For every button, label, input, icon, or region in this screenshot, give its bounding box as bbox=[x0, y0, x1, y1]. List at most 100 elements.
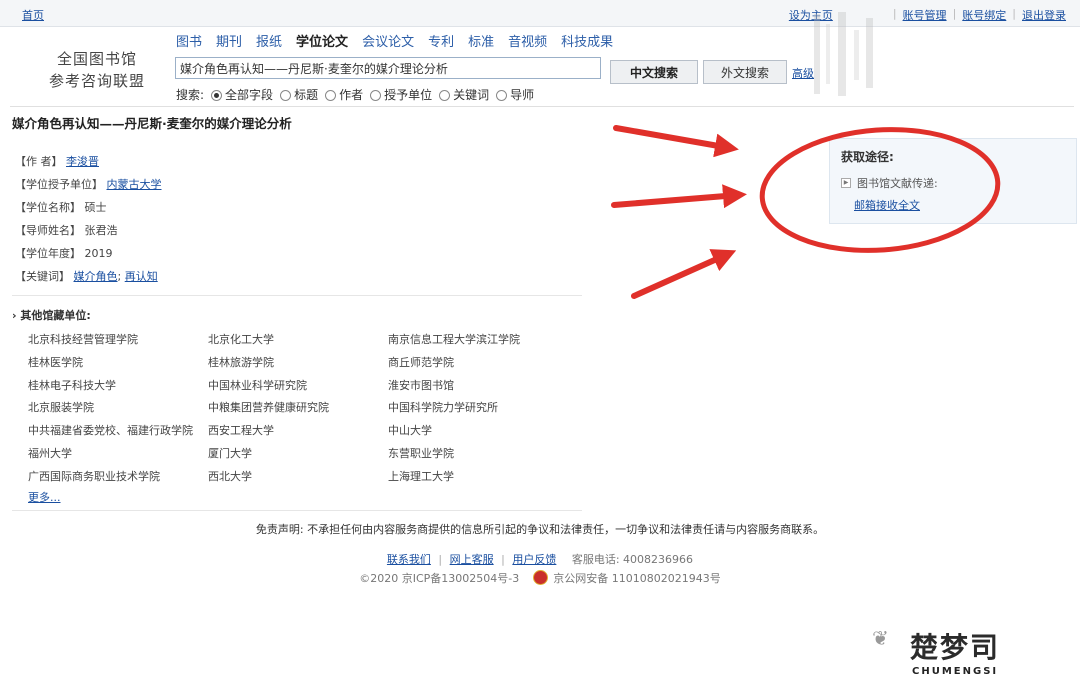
logout-link[interactable]: 退出登录 bbox=[1022, 7, 1066, 23]
holding-library: 西安工程大学 bbox=[208, 424, 274, 438]
user-feedback-link[interactable]: 用户反馈 bbox=[512, 553, 556, 566]
copyright-line: ©2020 京ICP备13002504号-3 京公网安备 11010802021… bbox=[0, 570, 1080, 586]
copyright-text: ©2020 京ICP备13002504号-3 bbox=[359, 572, 520, 585]
holdings-row: 广西国际商务职业技术学院 西北大学 上海理工大学 bbox=[28, 466, 588, 489]
nav-books[interactable]: 图书 bbox=[176, 31, 202, 50]
online-service-link[interactable]: 网上客服 bbox=[450, 553, 494, 566]
holding-library: 中国科学院力学研究所 bbox=[388, 401, 498, 415]
category-nav: 图书 期刊 报纸 学位论文 会议论文 专利 标准 音视频 科技成果 bbox=[176, 31, 613, 50]
holding-library: 中国林业科学研究院 bbox=[208, 378, 307, 392]
field-value: 硕士 bbox=[84, 201, 107, 214]
search-input[interactable] bbox=[175, 57, 601, 79]
scope-title-label: 标题 bbox=[294, 88, 319, 102]
advanced-search-link[interactable]: 高级 bbox=[792, 65, 814, 81]
disclaimer-text: 免责声明: 不承担任何由内容服务商提供的信息所引起的争议和法律责任，一切争议和法… bbox=[255, 523, 825, 536]
holding-library: 中山大学 bbox=[388, 424, 432, 438]
field-value: 张君浩 bbox=[84, 224, 118, 237]
scope-radio-author[interactable] bbox=[325, 90, 337, 101]
scope-all-label: 全部字段 bbox=[225, 88, 274, 102]
police-badge-icon bbox=[532, 570, 548, 585]
field-label: 【学位年度】 bbox=[15, 247, 81, 260]
scope-label: 搜索: bbox=[176, 88, 205, 102]
watermark-text: 楚梦司 bbox=[910, 631, 1001, 664]
home-link[interactable]: 首页 bbox=[22, 7, 44, 23]
account-manage-link[interactable]: 账号管理 bbox=[903, 7, 947, 23]
holding-library: 商丘师范学院 bbox=[388, 355, 454, 369]
nav-journals[interactable]: 期刊 bbox=[216, 31, 242, 50]
holding-library: 东营职业学院 bbox=[388, 446, 454, 460]
expand-arrow-icon[interactable]: ▶ bbox=[841, 178, 851, 188]
field-value: 2019 bbox=[84, 247, 113, 260]
police-record-text: 京公网安备 11010802021943号 bbox=[553, 572, 721, 585]
top-bar: 首页 设为主页 | 账号管理 | 账号绑定 | 退出登录 bbox=[0, 0, 1080, 27]
holdings-row: 北京科技经营管理学院 北京化工大学 南京信息工程大学滨江学院 bbox=[28, 329, 588, 352]
holding-library: 西北大学 bbox=[208, 469, 252, 483]
field-label: 【学位名称】 bbox=[15, 201, 81, 214]
chinese-search-button[interactable]: 中文搜索 bbox=[610, 60, 698, 84]
keyword-link[interactable]: 媒介角色 bbox=[74, 270, 118, 283]
holding-library: 桂林电子科技大学 bbox=[28, 378, 116, 392]
holding-library: 北京化工大学 bbox=[208, 333, 274, 346]
holding-library: 北京科技经营管理学院 bbox=[28, 333, 138, 346]
search-scope: 搜索: 全部字段 标题 作者 授予单位 关键词 导师 bbox=[176, 86, 534, 103]
ghost-watermark-graphic bbox=[814, 12, 873, 96]
holding-library: 桂林旅游学院 bbox=[208, 355, 274, 369]
record-title: 媒介角色再认知——丹尼斯·麦奎尔的媒介理论分析 bbox=[12, 116, 292, 131]
nav-sci-tech-results[interactable]: 科技成果 bbox=[561, 31, 613, 50]
holding-library: 中共福建省委党校、福建行政学院 bbox=[28, 424, 193, 438]
field-label: 【作 者】 bbox=[15, 155, 63, 168]
annotation-arrow bbox=[631, 249, 737, 299]
nav-conference-papers[interactable]: 会议论文 bbox=[362, 31, 414, 50]
field-year: 【学位年度】 2019 bbox=[15, 242, 162, 265]
field-label: 【学位授予单位】 bbox=[15, 178, 103, 191]
scope-radio-title[interactable] bbox=[280, 90, 292, 101]
holding-library: 厦门大学 bbox=[208, 446, 252, 460]
scope-radio-advisor[interactable] bbox=[496, 90, 508, 101]
holding-library: 北京服装学院 bbox=[28, 401, 94, 415]
institution-link[interactable]: 内蒙古大学 bbox=[107, 178, 162, 191]
holding-library: 南京信息工程大学滨江学院 bbox=[388, 333, 520, 346]
acquisition-title: 获取途径: bbox=[841, 150, 894, 164]
doc-delivery-label: 图书馆文献传递: bbox=[857, 177, 938, 190]
nav-theses[interactable]: 学位论文 bbox=[296, 31, 348, 50]
scope-radio-keyword[interactable] bbox=[439, 90, 451, 101]
foreign-search-button[interactable]: 外文搜索 bbox=[703, 60, 787, 84]
watermark: ❦ 楚梦司 CHUMENGSI bbox=[866, 616, 1080, 682]
field-institution: 【学位授予单位】 内蒙古大学 bbox=[15, 173, 162, 196]
field-author: 【作 者】 李浚晋 bbox=[15, 150, 162, 173]
holdings-title: › 其他馆藏单位: bbox=[12, 309, 91, 322]
scope-keyword-label: 关键词 bbox=[453, 88, 490, 102]
record-fields: 【作 者】 李浚晋 【学位授予单位】 内蒙古大学 【学位名称】 硕士 【导师姓名… bbox=[15, 150, 162, 288]
watermark-subtext: CHUMENGSI bbox=[912, 666, 999, 677]
holdings-grid: 北京科技经营管理学院 北京化工大学 南京信息工程大学滨江学院 桂林医学院 桂林旅… bbox=[28, 329, 588, 489]
holding-library: 广西国际商务职业技术学院 bbox=[28, 469, 160, 483]
holding-library: 桂林医学院 bbox=[28, 355, 83, 369]
acquisition-item: ▶ 图书馆文献传递: bbox=[841, 175, 938, 191]
holdings-row: 桂林医学院 桂林旅游学院 商丘师范学院 bbox=[28, 352, 588, 375]
logo-line1: 全国图书馆 bbox=[56, 50, 137, 68]
account-bind-link[interactable]: 账号绑定 bbox=[962, 7, 1006, 23]
nav-newspapers[interactable]: 报纸 bbox=[256, 31, 282, 50]
footer-links: 联系我们 | 网上客服 | 用户反馈 客服电话: 4008236966 bbox=[386, 553, 694, 566]
divider bbox=[12, 295, 582, 296]
field-keywords: 【关键词】 媒介角色; 再认知 bbox=[15, 270, 158, 283]
nav-standards[interactable]: 标准 bbox=[468, 31, 494, 50]
nav-patents[interactable]: 专利 bbox=[428, 31, 454, 50]
scope-radio-institution[interactable] bbox=[370, 90, 382, 101]
field-label: 【关键词】 bbox=[15, 270, 70, 283]
contact-us-link[interactable]: 联系我们 bbox=[387, 553, 431, 566]
email-fulltext-link[interactable]: 邮箱接收全文 bbox=[854, 197, 920, 213]
divider bbox=[10, 106, 1074, 107]
author-link[interactable]: 李浚晋 bbox=[66, 155, 99, 168]
scope-radio-all[interactable] bbox=[211, 90, 223, 101]
site-logo[interactable]: 全国图书馆 参考咨询联盟 bbox=[42, 48, 152, 92]
field-degree: 【学位名称】 硕士 bbox=[15, 196, 162, 219]
acquisition-box: 获取途径: ▶ 图书馆文献传递: 邮箱接收全文 bbox=[829, 138, 1077, 224]
annotation-arrow bbox=[613, 125, 739, 158]
scope-advisor-label: 导师 bbox=[510, 88, 535, 102]
divider bbox=[12, 510, 582, 511]
keyword-link[interactable]: 再认知 bbox=[125, 270, 158, 283]
holdings-row: 北京服装学院 中粮集团营养健康研究院 中国科学院力学研究所 bbox=[28, 397, 588, 420]
nav-audio-video[interactable]: 音视频 bbox=[508, 31, 547, 50]
more-holdings-link[interactable]: 更多... bbox=[28, 489, 61, 505]
